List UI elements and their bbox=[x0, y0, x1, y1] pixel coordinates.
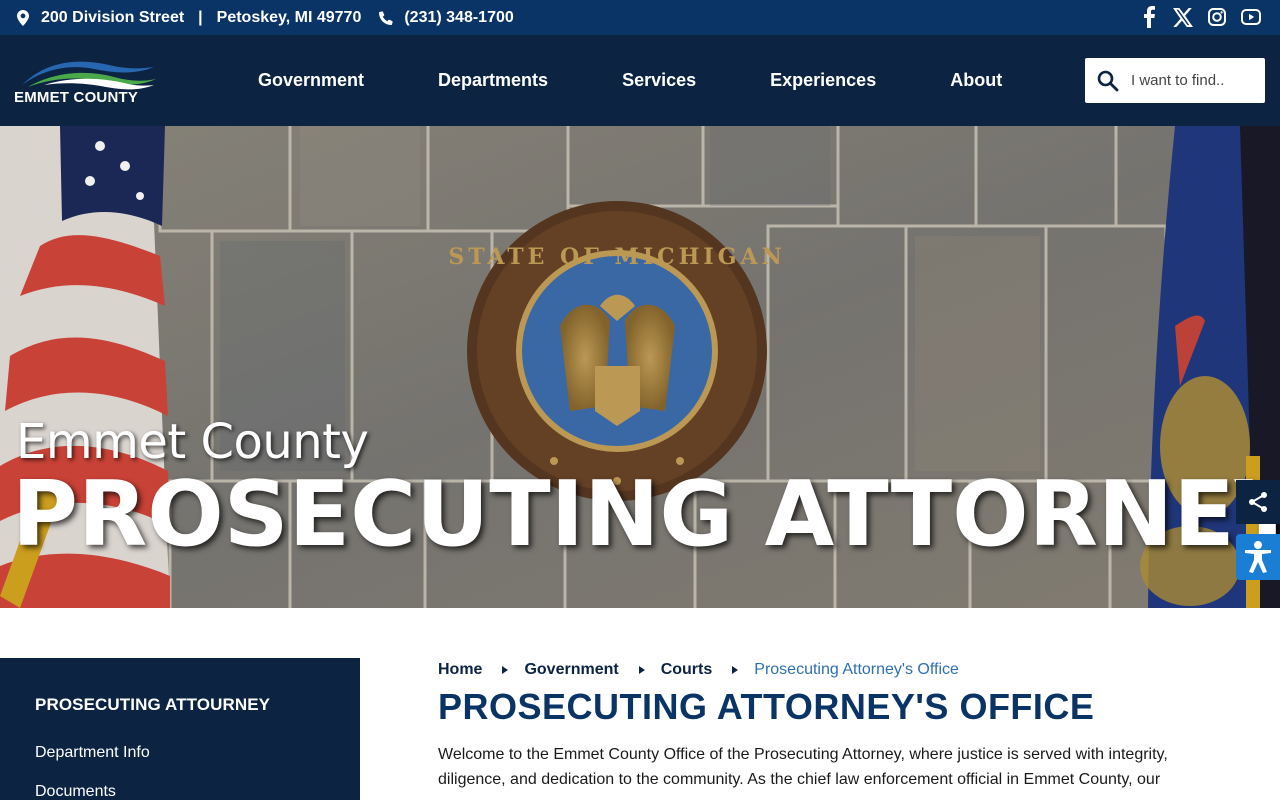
instagram-icon[interactable] bbox=[1206, 6, 1228, 28]
sidebar: PROSECUTING ATTOURNEY Department Info Do… bbox=[0, 658, 360, 800]
accessibility-button[interactable] bbox=[1236, 534, 1280, 580]
sidebar-item-documents[interactable]: Documents bbox=[35, 783, 116, 800]
logo-text: EMMET COUNTY bbox=[14, 89, 139, 106]
social-links bbox=[1138, 6, 1262, 28]
intro-line-2: diligence, and dedication to the communi… bbox=[438, 771, 1161, 788]
share-button[interactable] bbox=[1236, 480, 1280, 524]
nav-services[interactable]: Services bbox=[585, 70, 733, 91]
intro-paragraph: Welcome to the Emmet County Office of th… bbox=[438, 742, 1208, 792]
address-link[interactable]: 200 Division Street bbox=[41, 9, 184, 27]
nav-government[interactable]: Government bbox=[221, 70, 401, 91]
nav-departments[interactable]: Departments bbox=[401, 70, 585, 91]
search-box[interactable] bbox=[1085, 58, 1265, 103]
address-separator: | bbox=[198, 8, 203, 26]
nav-about[interactable]: About bbox=[913, 70, 1039, 91]
phone-icon bbox=[379, 10, 393, 25]
site-header: EMMET COUNTY Government Departments Serv… bbox=[0, 35, 1280, 126]
sidebar-title: PROSECUTING ATTOURNEY bbox=[35, 695, 271, 714]
county-logo[interactable]: EMMET COUNTY bbox=[14, 55, 164, 111]
search-input[interactable] bbox=[1131, 72, 1251, 89]
intro-line-1: Welcome to the Emmet County Office of th… bbox=[438, 746, 1168, 763]
hero-banner: STATE OF MICHIGAN Emmet County PROSECUTI… bbox=[0, 126, 1280, 608]
chevron-right-icon bbox=[638, 666, 645, 674]
hero-title: PROSECUTING ATTORNEY bbox=[12, 462, 1280, 567]
breadcrumb-courts[interactable]: Courts bbox=[661, 661, 713, 679]
map-pin-icon bbox=[17, 9, 29, 26]
share-icon bbox=[1249, 492, 1267, 512]
breadcrumb-current: Prosecuting Attorney's Office bbox=[754, 661, 959, 678]
youtube-icon[interactable] bbox=[1240, 6, 1262, 28]
search-icon[interactable] bbox=[1097, 70, 1119, 92]
main-content: Home Government Courts Prosecuting Attor… bbox=[438, 658, 1238, 792]
accessibility-icon bbox=[1245, 541, 1271, 573]
contact-info: 200 Division Street | Petoskey, MI 49770… bbox=[17, 9, 514, 27]
breadcrumb: Home Government Courts Prosecuting Attor… bbox=[438, 658, 1238, 682]
facebook-icon[interactable] bbox=[1138, 6, 1160, 28]
page-title: PROSECUTING ATTORNEY'S OFFICE bbox=[438, 686, 1095, 727]
main-navigation: Government Departments Services Experien… bbox=[221, 35, 1039, 126]
sidebar-item-department-info[interactable]: Department Info bbox=[35, 744, 150, 762]
chevron-right-icon bbox=[502, 666, 509, 674]
chevron-right-icon bbox=[732, 666, 739, 674]
top-utility-bar: 200 Division Street | Petoskey, MI 49770… bbox=[0, 0, 1280, 35]
x-icon[interactable] bbox=[1172, 6, 1194, 28]
breadcrumb-government[interactable]: Government bbox=[524, 661, 618, 679]
city-link[interactable]: Petoskey, MI 49770 bbox=[217, 9, 362, 27]
breadcrumb-home[interactable]: Home bbox=[438, 661, 482, 679]
nav-experiences[interactable]: Experiences bbox=[733, 70, 913, 91]
phone-link[interactable]: (231) 348-1700 bbox=[404, 9, 513, 27]
